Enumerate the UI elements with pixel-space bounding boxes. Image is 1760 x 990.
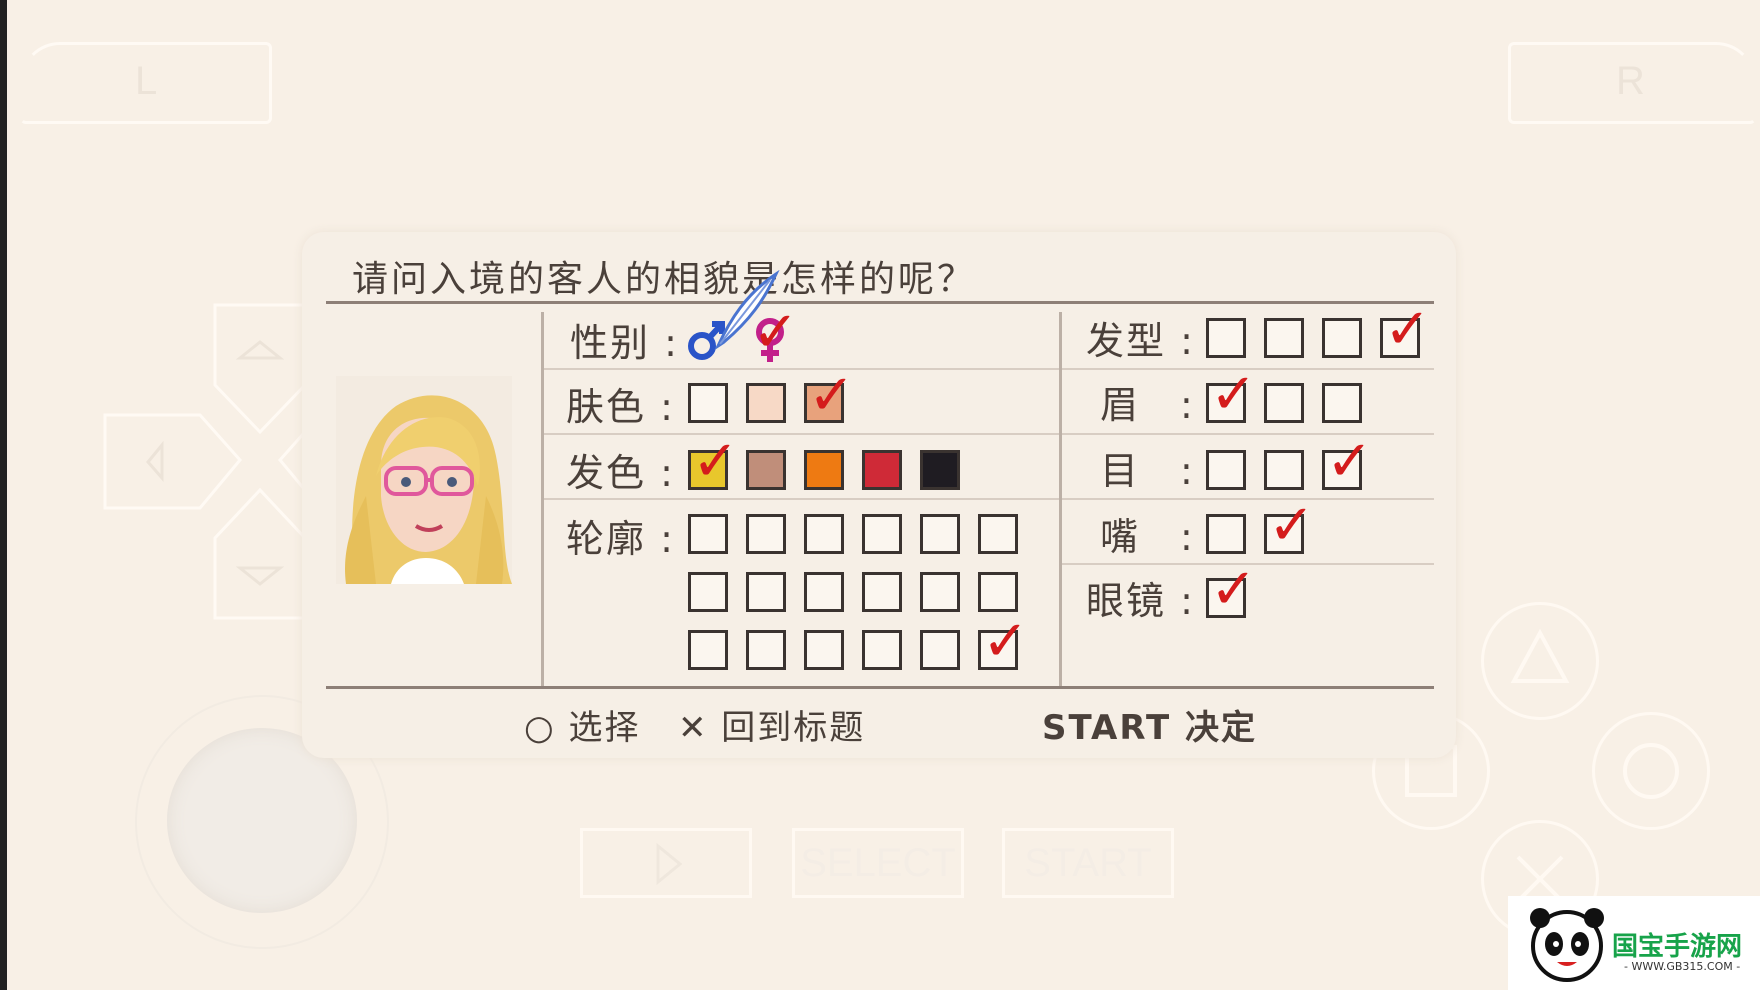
row-divider (1062, 368, 1434, 370)
skin-swatch-3[interactable] (804, 383, 844, 423)
hair-swatch-red[interactable] (862, 450, 902, 490)
row-divider (1062, 433, 1434, 435)
eye-option[interactable] (1264, 450, 1304, 490)
dialog-title: 请问入境的客人的相貌是怎样的呢？ (352, 259, 977, 300)
glasses-option[interactable] (1206, 578, 1246, 618)
face-outline-option[interactable] (804, 572, 844, 612)
circle-button[interactable] (1592, 712, 1710, 830)
quill-cursor-icon (714, 270, 780, 350)
title-divider (326, 301, 1434, 304)
l-shoulder-button[interactable]: L (20, 42, 272, 124)
hairstyle-option[interactable] (1322, 318, 1362, 358)
hairstyle-option[interactable] (1380, 318, 1420, 358)
circle-icon (1623, 743, 1679, 799)
face-outline-option[interactable] (978, 630, 1018, 670)
watermark-url: - WWW.GB315.COM - (1624, 960, 1741, 973)
row-divider (1062, 498, 1434, 500)
mouth-option[interactable] (1206, 514, 1246, 554)
label-eyebrows: 眉 : (1100, 383, 1195, 427)
select-hint: ○ 选择 (524, 708, 641, 748)
face-outline-option[interactable] (920, 630, 960, 670)
l-shoulder-label: L (135, 59, 158, 103)
r-shoulder-button[interactable]: R (1508, 42, 1756, 124)
face-outline-option[interactable] (920, 572, 960, 612)
watermark-title: 国宝手游网 (1612, 932, 1743, 962)
face-outline-option[interactable] (862, 630, 902, 670)
eyebrow-option[interactable] (1264, 383, 1304, 423)
face-outline-option[interactable] (862, 514, 902, 554)
hair-swatch-brown[interactable] (746, 450, 786, 490)
back-to-title-hint: ✕ 回到标题 (678, 708, 866, 748)
row-divider (544, 368, 1059, 370)
character-portrait (336, 376, 512, 584)
face-outline-option[interactable] (978, 514, 1018, 554)
up-arrow-icon (235, 340, 285, 360)
start-confirm-hint: START 决定 (1042, 708, 1258, 748)
watermark: 国宝手游网 - WWW.GB315.COM - (1508, 896, 1760, 990)
label-eyes: 目 : (1100, 449, 1195, 493)
play-icon (656, 842, 683, 886)
face-outline-option[interactable] (978, 572, 1018, 612)
label-skin-color: 肤色 : (566, 385, 675, 429)
hair-swatch-orange[interactable] (804, 450, 844, 490)
face-outline-option[interactable] (688, 630, 728, 670)
hairstyle-option[interactable] (1206, 318, 1246, 358)
eye-option[interactable] (1322, 450, 1362, 490)
face-outline-option[interactable] (920, 514, 960, 554)
hair-swatch-blonde[interactable] (688, 450, 728, 490)
start-button[interactable]: START (1002, 828, 1174, 898)
footer-divider (326, 686, 1434, 689)
down-arrow-icon (235, 566, 285, 586)
eye-option[interactable] (1206, 450, 1246, 490)
face-outline-option[interactable] (746, 630, 786, 670)
label-face-outline: 轮廓 : (566, 517, 675, 561)
row-divider (1062, 563, 1434, 565)
face-outline-option[interactable] (746, 514, 786, 554)
skin-swatch-2[interactable] (746, 383, 786, 423)
label-mouth: 嘴 : (1100, 515, 1195, 559)
hair-swatch-black[interactable] (920, 450, 960, 490)
left-arrow-icon (146, 440, 164, 482)
select-button[interactable]: SELECT (792, 828, 964, 898)
label-hairstyle: 发型 : (1086, 319, 1195, 363)
dpad-up-button (213, 303, 307, 435)
face-outline-option[interactable] (688, 572, 728, 612)
label-gender: 性别 : (570, 321, 679, 365)
dpad-down-button (213, 487, 307, 620)
eyebrow-option[interactable] (1322, 383, 1362, 423)
panda-logo-icon (1530, 908, 1604, 982)
label-glasses: 眼镜 : (1086, 579, 1195, 623)
hairstyle-option[interactable] (1264, 318, 1304, 358)
eyebrow-option[interactable] (1206, 383, 1246, 423)
screen-edge (0, 0, 7, 990)
face-outline-option[interactable] (804, 630, 844, 670)
row-divider (544, 433, 1059, 435)
dpad-left-button (103, 413, 242, 510)
face-outline-option[interactable] (746, 572, 786, 612)
face-outline-option[interactable] (862, 572, 902, 612)
mouth-option[interactable] (1264, 514, 1304, 554)
triangle-button[interactable] (1481, 602, 1599, 720)
label-hair-color: 发色 : (566, 451, 675, 495)
skin-swatch-1[interactable] (688, 383, 728, 423)
face-outline-option[interactable] (688, 514, 728, 554)
r-shoulder-label: R (1616, 59, 1645, 103)
row-divider (544, 498, 1059, 500)
fast-forward-button[interactable] (580, 828, 752, 898)
triangle-icon (1510, 628, 1570, 683)
face-outline-option[interactable] (804, 514, 844, 554)
